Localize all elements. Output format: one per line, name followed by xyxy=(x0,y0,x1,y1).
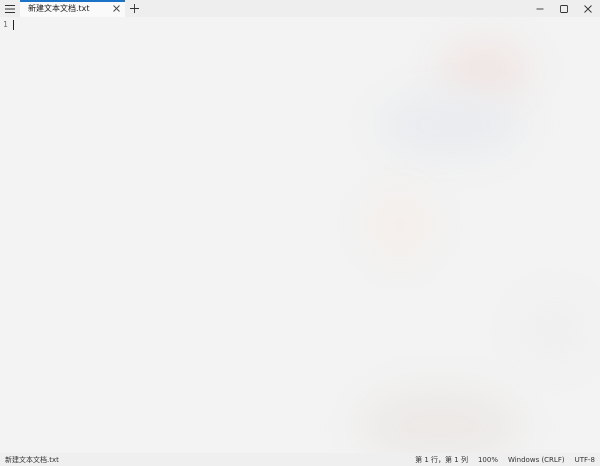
title-bar: 新建文本文档.txt xyxy=(0,0,600,17)
maximize-button[interactable] xyxy=(552,0,576,17)
line-number-gutter: 1 xyxy=(0,17,11,453)
status-zoom[interactable]: 100% xyxy=(473,456,503,464)
status-file-name: 新建文本文档.txt xyxy=(5,455,59,464)
tab-close-button[interactable] xyxy=(109,2,123,16)
hamburger-menu-icon xyxy=(5,4,15,13)
text-editor[interactable]: 1 xyxy=(0,17,600,453)
close-icon xyxy=(112,5,120,12)
status-encoding[interactable]: UTF-8 xyxy=(570,456,600,464)
status-cursor-position[interactable]: 第 1 行，第 1 列 xyxy=(410,455,473,465)
minimize-icon xyxy=(536,8,544,9)
title-bar-drag-region[interactable] xyxy=(143,0,528,17)
status-bar: 新建文本文档.txt 第 1 行，第 1 列 100% Windows (CRL… xyxy=(0,453,600,466)
minimize-button[interactable] xyxy=(528,0,552,17)
maximize-icon xyxy=(560,4,568,13)
menu-button[interactable] xyxy=(0,0,20,17)
plus-icon xyxy=(129,4,139,13)
tab-title: 新建文本文档.txt xyxy=(28,4,90,13)
status-line-ending[interactable]: Windows (CRLF) xyxy=(503,456,570,464)
close-button[interactable] xyxy=(576,0,600,17)
new-tab-button[interactable] xyxy=(125,0,143,17)
tab-active-indicator xyxy=(20,0,125,2)
notepad-window: 新建文本文档.txt 1 新建文本文档.txt 第 1 行，第 1 列 100%… xyxy=(0,0,600,466)
tab-document[interactable]: 新建文本文档.txt xyxy=(20,0,125,17)
close-icon xyxy=(584,4,592,13)
line-number: 1 xyxy=(3,20,8,29)
text-caret xyxy=(13,20,14,30)
